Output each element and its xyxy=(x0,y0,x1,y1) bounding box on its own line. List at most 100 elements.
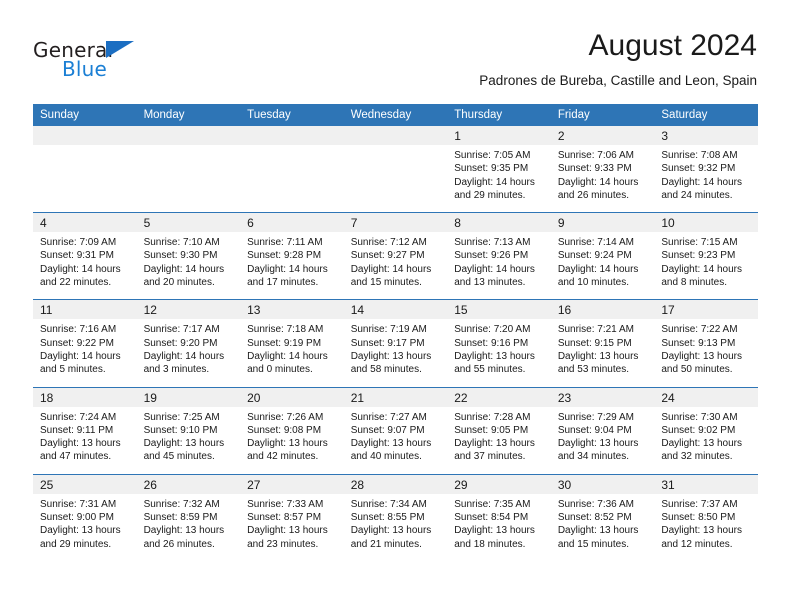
day-info-line: Sunset: 9:02 PM xyxy=(661,424,736,436)
day-number: 16 xyxy=(550,300,655,320)
day-sun-info: Sunrise: 7:25 AM Sunset: 9:10 PM Daylight:… xyxy=(137,407,241,474)
calendar-day-cell[interactable]: 8 Sunrise: 7:13 AM Sunset: 9:26 PM Daylight… xyxy=(447,212,551,300)
calendar-day-cell[interactable]: 2 Sunrise: 7:06 AM Sunset: 9:33 PM Daylight… xyxy=(550,126,655,213)
day-number: 13 xyxy=(240,300,344,320)
calendar-day-cell[interactable]: 25 Sunrise: 7:31 AM Sunset: 9:00 PM Dayligh… xyxy=(33,473,137,561)
day-info-line: Sunrise: 7:33 AM xyxy=(247,498,324,510)
day-sun-info: Sunrise: 7:32 AM Sunset: 8:59 PM Daylight:… xyxy=(137,494,241,561)
calendar-day-cell-empty xyxy=(343,126,448,213)
day-sun-info: Sunrise: 7:22 AM Sunset: 9:13 PM Daylight:… xyxy=(654,319,758,386)
day-info-line: Sunrise: 7:10 AM xyxy=(143,237,220,249)
day-info-line: Daylight: 14 hours xyxy=(40,350,121,362)
calendar-day-cell[interactable]: 9 Sunrise: 7:14 AM Sunset: 9:24 PM Daylight… xyxy=(550,212,655,300)
day-info-line: Sunset: 9:31 PM xyxy=(40,250,114,262)
calendar-day-cell[interactable]: 7 Sunrise: 7:12 AM Sunset: 9:27 PM Daylight… xyxy=(343,212,448,300)
day-number: 14 xyxy=(343,300,448,320)
calendar-day-cell[interactable]: 5 Sunrise: 7:10 AM Sunset: 9:30 PM Daylight… xyxy=(136,212,241,300)
day-info-line: and 10 minutes. xyxy=(557,277,629,289)
day-sun-info: Sunrise: 7:21 AM Sunset: 9:15 PM Daylight:… xyxy=(551,319,655,386)
calendar-day-cell[interactable]: 15 Sunrise: 7:20 AM Sunset: 9:16 PM Dayligh… xyxy=(447,299,551,388)
day-info-line: Sunset: 9:17 PM xyxy=(350,337,425,349)
day-info-line: Daylight: 14 hours xyxy=(143,263,225,275)
day-number: 22 xyxy=(447,387,551,407)
day-info-line: and 23 minutes. xyxy=(247,538,319,550)
day-number: 10 xyxy=(654,213,758,233)
day-info-line: and 29 minutes. xyxy=(454,189,526,201)
day-number: 23 xyxy=(550,387,655,407)
day-info-line: Sunset: 9:23 PM xyxy=(661,250,736,262)
day-info-line: Sunset: 9:05 PM xyxy=(454,424,529,436)
day-info-line: and 13 minutes. xyxy=(454,277,526,289)
calendar-day-cell[interactable]: 21 Sunrise: 7:27 AM Sunset: 9:07 PM Dayligh… xyxy=(343,386,448,475)
calendar-day-cell[interactable]: 3 Sunrise: 7:08 AM Sunset: 9:32 PM Daylight… xyxy=(654,126,758,213)
day-sun-info: Sunrise: 7:36 AM Sunset: 8:52 PM Daylight:… xyxy=(551,494,655,561)
day-number: 24 xyxy=(654,387,758,407)
calendar-day-cell-empty xyxy=(33,126,137,213)
calendar-day-cell[interactable]: 12 Sunrise: 7:17 AM Sunset: 9:20 PM Dayligh… xyxy=(136,299,241,388)
day-info-line: Daylight: 13 hours xyxy=(40,525,121,537)
day-info-line: Daylight: 13 hours xyxy=(247,438,328,450)
calendar-day-cell[interactable]: 20 Sunrise: 7:26 AM Sunset: 9:08 PM Dayligh… xyxy=(240,386,344,475)
day-info-line: and 18 minutes. xyxy=(454,538,526,550)
calendar-day-cell[interactable]: 16 Sunrise: 7:21 AM Sunset: 9:15 PM Dayligh… xyxy=(550,299,655,388)
calendar-day-cell[interactable]: 22 Sunrise: 7:28 AM Sunset: 9:05 PM Dayligh… xyxy=(447,386,551,475)
day-info-line: Daylight: 13 hours xyxy=(247,525,328,537)
calendar-day-cell[interactable]: 14 Sunrise: 7:19 AM Sunset: 9:17 PM Dayligh… xyxy=(343,299,448,388)
calendar-day-cell[interactable]: 26 Sunrise: 7:32 AM Sunset: 8:59 PM Dayligh… xyxy=(136,473,241,561)
day-info-line: and 5 minutes. xyxy=(40,364,106,376)
weekday-header-wednesday: Wednesday xyxy=(343,104,448,126)
day-info-line: Daylight: 13 hours xyxy=(350,525,432,537)
calendar-day-cell[interactable]: 27 Sunrise: 7:33 AM Sunset: 8:57 PM Dayligh… xyxy=(240,473,344,561)
calendar-day-cell[interactable]: 11 Sunrise: 7:16 AM Sunset: 9:22 PM Dayligh… xyxy=(33,299,137,388)
day-info-line: Sunrise: 7:31 AM xyxy=(40,498,117,510)
day-sun-info: Sunrise: 7:35 AM Sunset: 8:54 PM Daylight:… xyxy=(447,494,551,561)
day-info-line: Sunset: 9:30 PM xyxy=(143,250,218,262)
day-info-line: Daylight: 14 hours xyxy=(247,350,328,362)
calendar-day-cell[interactable]: 1 Sunrise: 7:05 AM Sunset: 9:35 PM Daylight… xyxy=(447,126,551,213)
day-info-line: Daylight: 14 hours xyxy=(557,176,639,188)
day-number: 31 xyxy=(654,474,758,494)
day-info-line: Sunset: 8:55 PM xyxy=(350,512,425,524)
page-title: August 2024 xyxy=(588,29,757,62)
day-info-line: Sunrise: 7:21 AM xyxy=(557,324,634,336)
calendar-day-cell[interactable]: 19 Sunrise: 7:25 AM Sunset: 9:10 PM Dayligh… xyxy=(136,386,241,475)
calendar-day-cell[interactable]: 13 Sunrise: 7:18 AM Sunset: 9:19 PM Dayligh… xyxy=(240,299,344,388)
day-info-line: Daylight: 14 hours xyxy=(661,176,742,188)
day-number: 12 xyxy=(136,300,241,320)
day-info-line: Sunrise: 7:12 AM xyxy=(350,237,427,249)
day-info-line: Sunset: 8:50 PM xyxy=(661,512,736,524)
calendar-day-cell[interactable]: 10 Sunrise: 7:15 AM Sunset: 9:23 PM Dayligh… xyxy=(654,212,758,300)
day-number xyxy=(136,126,241,145)
calendar-day-cell[interactable]: 6 Sunrise: 7:11 AM Sunset: 9:28 PM Daylight… xyxy=(240,212,344,300)
day-info-line: and 37 minutes. xyxy=(454,451,526,463)
day-sun-info: Sunrise: 7:19 AM Sunset: 9:17 PM Daylight:… xyxy=(344,319,448,386)
day-info-line: Sunrise: 7:09 AM xyxy=(40,237,117,249)
day-info-line: Sunrise: 7:05 AM xyxy=(454,150,531,161)
calendar-day-cell[interactable]: 30 Sunrise: 7:36 AM Sunset: 8:52 PM Dayligh… xyxy=(550,473,655,561)
day-info-line: Sunset: 8:57 PM xyxy=(247,512,322,524)
day-number: 27 xyxy=(240,474,344,494)
day-info-line: and 15 minutes. xyxy=(350,277,422,289)
day-info-line: and 20 minutes. xyxy=(143,277,215,289)
calendar-day-cell[interactable]: 24 Sunrise: 7:30 AM Sunset: 9:02 PM Dayligh… xyxy=(654,386,758,475)
day-number: 8 xyxy=(447,213,551,233)
day-info-line: Sunrise: 7:35 AM xyxy=(454,498,531,510)
calendar-day-cell[interactable]: 4 Sunrise: 7:09 AM Sunset: 9:31 PM Daylight… xyxy=(33,212,137,300)
calendar-day-cell[interactable]: 17 Sunrise: 7:22 AM Sunset: 9:13 PM Dayligh… xyxy=(654,299,758,388)
calendar-week-row: 4 Sunrise: 7:09 AM Sunset: 9:31 PM Daylight… xyxy=(33,212,758,300)
day-info-line: Sunrise: 7:28 AM xyxy=(454,411,531,423)
calendar-day-cell[interactable]: 28 Sunrise: 7:34 AM Sunset: 8:55 PM Dayligh… xyxy=(343,473,448,561)
day-info-line: Sunrise: 7:13 AM xyxy=(454,237,531,249)
day-info-line: Sunrise: 7:22 AM xyxy=(661,324,738,336)
calendar-day-cell[interactable]: 31 Sunrise: 7:37 AM Sunset: 8:50 PM Dayligh… xyxy=(654,473,758,561)
calendar-day-cell[interactable]: 23 Sunrise: 7:29 AM Sunset: 9:04 PM Dayligh… xyxy=(550,386,655,475)
day-info-line: Sunrise: 7:30 AM xyxy=(661,411,738,423)
calendar-day-cell[interactable]: 29 Sunrise: 7:35 AM Sunset: 8:54 PM Dayligh… xyxy=(447,473,551,561)
day-number: 4 xyxy=(33,213,137,233)
day-number: 2 xyxy=(550,126,655,145)
day-info-line: Sunrise: 7:29 AM xyxy=(557,411,634,423)
day-sun-info xyxy=(240,145,344,203)
calendar-day-cell[interactable]: 18 Sunrise: 7:24 AM Sunset: 9:11 PM Dayligh… xyxy=(33,386,137,475)
day-sun-info: Sunrise: 7:08 AM Sunset: 9:32 PM Daylight:… xyxy=(654,145,758,212)
day-number: 5 xyxy=(136,213,241,233)
